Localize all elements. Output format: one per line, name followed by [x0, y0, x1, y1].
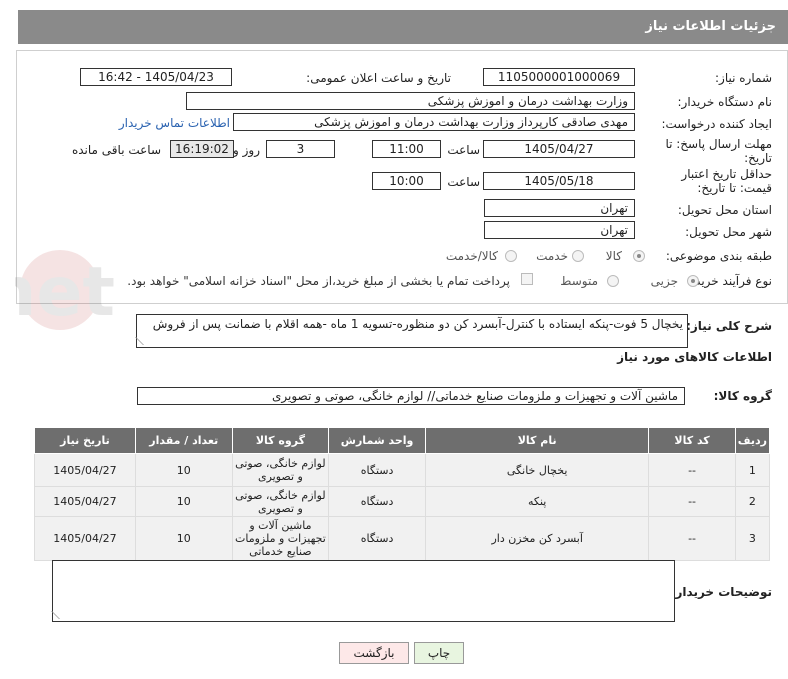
- city-label: شهر محل تحویل:: [685, 225, 772, 239]
- deadline-time-label: ساعت: [447, 143, 480, 157]
- cell-group: لوازم خانگی، صوتی و تصویری: [231, 486, 330, 517]
- validity-label: حداقل تاریخ اعتبار قیمت: تا تاریخ:: [681, 167, 772, 195]
- category-radio-goods[interactable]: [633, 250, 645, 262]
- goods-group-field[interactable]: ماشین آلات و تجهیزات و ملزومات صنایع خدم…: [137, 387, 685, 405]
- table-row[interactable]: 1 -- یخچال خانگی دستگاه لوازم خانگی، صوت…: [34, 453, 771, 487]
- column-header-date: تاریخ نیاز: [34, 427, 136, 454]
- remaining-label: ساعت باقی مانده: [71, 143, 161, 157]
- column-header-group: گروه کالا: [231, 427, 330, 454]
- cell-unit: دستگاه: [328, 453, 426, 487]
- cell-group: ماشین آلات و تجهیزات و ملزومات صنایع خدم…: [231, 516, 330, 561]
- buyer-org-field[interactable]: وزارت بهداشت درمان و اموزش پزشکی: [186, 92, 635, 110]
- deadline-date-field[interactable]: 1405/04/27: [483, 140, 635, 158]
- cell-code: --: [648, 486, 736, 517]
- watermark-text: AriaTender.net: [15, 253, 115, 332]
- cell-date: 1405/04/27: [34, 486, 136, 517]
- need-number-field[interactable]: 1105000001000069: [483, 68, 635, 86]
- cell-qty: 10: [134, 516, 233, 561]
- process-label: نوع فرآیند خرید :: [687, 274, 772, 288]
- description-textarea[interactable]: یخچال 5 فوت-پنکه ایستاده با کنترل-آبسرد …: [135, 314, 688, 348]
- creator-field[interactable]: مهدی صادقی کارپرداز وزارت بهداشت درمان و…: [233, 113, 635, 131]
- buyer-contact-link[interactable]: اطلاعات تماس خریدار: [119, 116, 230, 130]
- cell-name: پنکه: [424, 486, 650, 517]
- days-label: روز و: [233, 143, 260, 157]
- column-header-qty: تعداد / مقدار: [134, 427, 233, 454]
- remaining-time-field[interactable]: 16:19:02: [170, 140, 234, 158]
- page-title: جزئیات اطلاعات نیاز: [645, 19, 776, 34]
- cell-group: لوازم خانگی، صوتی و تصویری: [231, 453, 330, 487]
- cell-name: آبسرد کن مخزن دار: [424, 516, 650, 561]
- description-text: یخچال 5 فوت-پنکه ایستاده با کنترل-آبسرد …: [152, 317, 683, 331]
- buyer-org-label: نام دستگاه خریدار:: [677, 95, 773, 109]
- cell-row-number: 1: [734, 453, 771, 487]
- process-radio-minor[interactable]: [687, 275, 699, 287]
- buyer-notes-textarea[interactable]: [51, 560, 675, 622]
- back-button[interactable]: بازگشت: [339, 642, 409, 664]
- cell-unit: دستگاه: [328, 486, 426, 517]
- cell-row-number: 3: [734, 516, 771, 561]
- cell-qty: 10: [134, 453, 233, 487]
- column-header-code: کد کالا: [648, 427, 736, 454]
- page-header: جزئیات اطلاعات نیاز: [18, 10, 788, 44]
- table-row[interactable]: 2 -- پنکه دستگاه لوازم خانگی، صوتی و تصو…: [34, 486, 771, 517]
- cell-row-number: 2: [734, 486, 771, 517]
- validity-date-field[interactable]: 1405/05/18: [483, 172, 635, 190]
- days-field[interactable]: 3: [266, 140, 335, 158]
- announce-label: تاریخ و ساعت اعلان عمومی:: [306, 71, 451, 85]
- cell-date: 1405/04/27: [34, 516, 136, 561]
- province-label: استان محل تحویل:: [677, 203, 772, 217]
- goods-table: ردیف کد کالا نام کالا واحد شمارش گروه کا…: [34, 427, 771, 561]
- process-option-minor: جزیی: [650, 274, 678, 288]
- resize-grip-icon[interactable]: [51, 611, 68, 619]
- resize-grip-icon[interactable]: [135, 337, 152, 345]
- city-field[interactable]: تهران: [484, 221, 635, 239]
- column-header-name: نام کالا: [424, 427, 650, 454]
- goods-section-title: اطلاعات کالاهای مورد نیاز: [617, 350, 772, 364]
- deadline-label: مهلت ارسال پاسخ: تا تاریخ:: [665, 137, 772, 165]
- cell-name: یخچال خانگی: [424, 453, 650, 487]
- cell-date: 1405/04/27: [34, 453, 136, 487]
- buyer-notes-label: توضیحات خریدار:: [670, 585, 772, 599]
- validity-time-label: ساعت: [447, 175, 480, 189]
- table-row[interactable]: 3 -- آبسرد کن مخزن دار دستگاه ماشین آلات…: [34, 516, 771, 561]
- column-header-unit: واحد شمارش: [328, 427, 426, 454]
- description-label: شرح کلی نیاز:: [686, 319, 772, 333]
- announce-field[interactable]: 1405/04/23 - 16:42: [80, 68, 232, 86]
- cell-code: --: [648, 453, 736, 487]
- goods-group-label: گروه کالا:: [713, 389, 772, 403]
- validity-time-field[interactable]: 10:00: [372, 172, 441, 190]
- print-button[interactable]: چاپ: [414, 642, 464, 664]
- table-header-row: ردیف کد کالا نام کالا واحد شمارش گروه کا…: [34, 427, 771, 454]
- need-number-label: شماره نیاز:: [715, 71, 772, 85]
- category-label: طبقه بندی موضوعی:: [665, 249, 772, 263]
- column-header-row-number: ردیف: [734, 427, 771, 454]
- cell-qty: 10: [134, 486, 233, 517]
- province-field[interactable]: تهران: [484, 199, 635, 217]
- creator-label: ایجاد کننده درخواست:: [661, 117, 772, 131]
- deadline-time-field[interactable]: 11:00: [372, 140, 441, 158]
- cell-code: --: [648, 516, 736, 561]
- cell-unit: دستگاه: [328, 516, 426, 561]
